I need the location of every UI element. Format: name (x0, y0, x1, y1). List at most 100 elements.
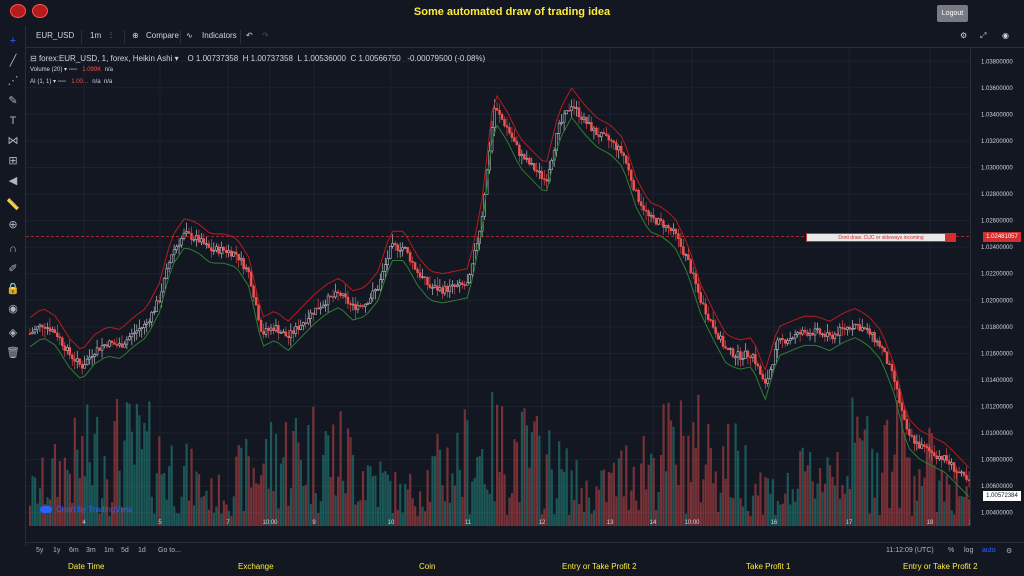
chevron-down-icon[interactable]: ▾ (175, 54, 179, 63)
volume-bar (481, 449, 484, 526)
undo-icon[interactable]: ↶ (246, 31, 253, 40)
candle-body (679, 238, 683, 247)
candle-body (890, 364, 894, 372)
chart-legend: ⊟ forex:EUR_USD, 1, forex, Heikin Ashi ▾… (30, 54, 486, 85)
price-chart[interactable]: 45710:009101112131410:001617181912 (26, 48, 970, 526)
chart-style-icon[interactable]: ⫶ (110, 31, 112, 41)
candle-body (465, 282, 469, 286)
price-tick-label: 1.03600000 (981, 86, 1013, 92)
price-tick-label: 1.01800000 (981, 325, 1013, 331)
volume-bar (878, 515, 881, 526)
prediction-icon[interactable]: ⊞ (6, 154, 20, 168)
range-1d[interactable]: 1d (138, 547, 146, 554)
volume-bar (252, 467, 255, 526)
volume-bar (794, 501, 797, 526)
logout-button[interactable]: Logout (937, 5, 968, 22)
candle-body (354, 303, 357, 310)
volume-bar (284, 422, 288, 526)
auto-toggle[interactable]: auto (982, 547, 996, 554)
crosshair-icon[interactable]: + (6, 34, 20, 48)
trade-annotation[interactable]: Dont draw. CUC or sideways incoming (806, 233, 956, 242)
text-icon[interactable]: T (6, 114, 20, 128)
redo-icon[interactable]: ↷ (262, 31, 269, 40)
compare-icon[interactable]: ⊕ (132, 31, 139, 40)
settings-icon[interactable]: ⚙ (960, 31, 967, 40)
candle-body (150, 312, 153, 323)
fullscreen-icon[interactable]: ⤢ (980, 31, 986, 41)
volume-bar (230, 515, 233, 526)
volume-bar (307, 424, 310, 526)
price-scale[interactable]: 1.03800000 1.03600000 1.03400000 1.03200000… (970, 48, 1024, 526)
candle-body (935, 455, 938, 459)
candle-body (299, 325, 303, 330)
volume-bar (814, 498, 817, 526)
brush-icon[interactable]: ✎ (6, 94, 20, 108)
candle-body (868, 328, 871, 335)
utc-clock[interactable]: 11:12:09 (UTC) (886, 547, 934, 554)
volume-bar (356, 501, 360, 526)
volume-bar (523, 408, 526, 526)
candle-body (458, 282, 462, 286)
candle-body (359, 305, 362, 307)
percent-toggle[interactable]: % (948, 547, 954, 554)
candle-body (580, 116, 583, 120)
pattern-icon[interactable]: ⋈ (6, 134, 20, 148)
volume-label[interactable]: Volume (20) (30, 67, 62, 73)
indicators-button[interactable]: Indicators (202, 31, 237, 40)
candle-body (761, 374, 765, 380)
log-toggle[interactable]: log (964, 547, 973, 554)
range-5d[interactable]: 5d (121, 547, 129, 554)
volume-bar (898, 507, 901, 526)
candle-body (823, 333, 827, 338)
fib-icon[interactable]: ⋰ (6, 74, 20, 88)
candle-body (225, 249, 228, 253)
collapse-icon[interactable]: ⊟ (30, 54, 37, 63)
trendline-icon[interactable]: ╱ (6, 54, 20, 68)
time-tick-label: 13 (607, 520, 614, 526)
range-1m[interactable]: 1m (104, 547, 114, 554)
magnet-icon[interactable]: ∩ (6, 242, 20, 256)
compare-button[interactable]: Compare (146, 31, 179, 40)
range-6m[interactable]: 6m (69, 547, 79, 554)
zoom-icon[interactable]: ⊕ (6, 218, 20, 232)
volume-bar (292, 430, 295, 526)
candle-body (264, 328, 268, 335)
ruler-icon[interactable]: 📏 (6, 198, 20, 212)
footer-entry-tp2: Entry or Take Profit 2 (562, 562, 637, 571)
candle-body (277, 325, 280, 334)
lock-icon[interactable]: 🔒 (6, 282, 20, 296)
candle-body (664, 224, 668, 228)
drawing-toolbar: + ╱ ⋰ ✎ T ⋈ ⊞ ◀ 📏 ⊕ ∩ ✐ 🔒 ◉ ◈ 🗑 (0, 26, 26, 546)
volume-bar (501, 406, 504, 526)
volume-bar (426, 469, 429, 526)
interval-select[interactable]: 1m (90, 31, 101, 40)
candle-body (396, 244, 399, 251)
range-3m[interactable]: 3m (86, 547, 96, 554)
trash-icon[interactable]: 🗑 (6, 346, 20, 360)
range-5y[interactable]: 5y (36, 547, 43, 554)
candle-body (38, 324, 42, 328)
candle-body (393, 243, 397, 246)
volume-bar (893, 454, 896, 526)
tradingview-brand[interactable]: Chart by TradingView (40, 505, 132, 514)
volume-bar (943, 501, 946, 526)
stay-drawing-icon[interactable]: ✐ (6, 262, 20, 276)
range-1y[interactable]: 1y (53, 547, 60, 554)
volume-bar (165, 499, 168, 526)
eye-icon[interactable]: ◉ (6, 302, 20, 316)
series-name[interactable]: forex:EUR_USD, 1, forex, Heikin Ashi (39, 54, 172, 63)
ai-label[interactable]: AI (1, 1) (30, 79, 51, 85)
back-arrow-icon[interactable]: ◀ (6, 174, 20, 188)
screenshot-icon[interactable]: ◉ (1002, 31, 1009, 40)
symbol-select[interactable]: EUR_USD (36, 31, 74, 40)
layers-icon[interactable]: ◈ (6, 326, 20, 340)
volume-bar (138, 415, 141, 526)
indicators-icon[interactable]: ∿ (186, 31, 193, 40)
volume-bar (945, 475, 948, 526)
settings-icon[interactable]: ⚙ (1006, 547, 1012, 555)
volume-bar (558, 441, 561, 526)
volume-bar (197, 474, 201, 526)
volume-bar (640, 463, 643, 526)
goto-button[interactable]: Go to... (158, 547, 181, 554)
candle-body (781, 338, 784, 340)
